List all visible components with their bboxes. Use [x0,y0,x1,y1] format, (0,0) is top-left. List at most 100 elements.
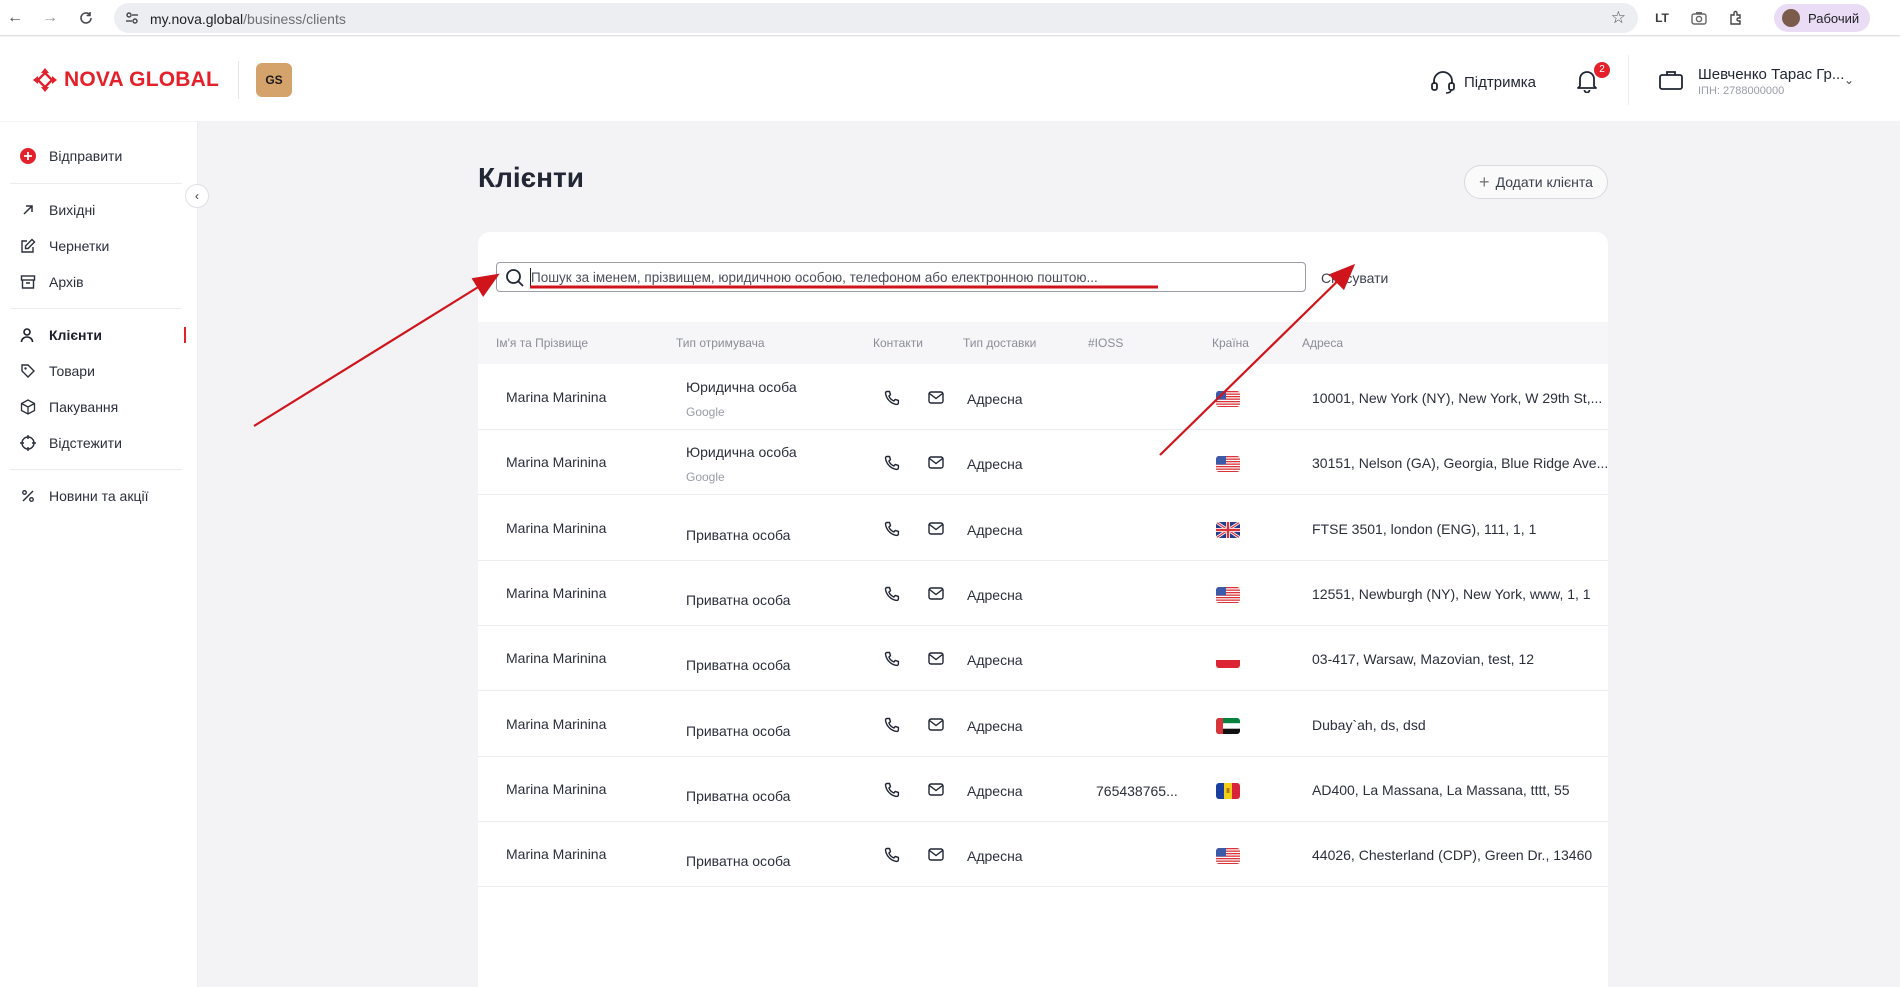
delivery-type: Адресна [967,391,1023,407]
client-name: Marina Marinina [506,846,607,863]
phone-icon[interactable] [884,847,900,868]
forward-arrow-icon[interactable]: → [39,7,61,29]
sidebar-item-goods[interactable]: Товари [20,359,182,383]
table-row[interactable]: Marina Marinina Приватна особа Адресна Duba… [478,692,1608,757]
sidebar-item-packaging[interactable]: Пакування [20,395,182,419]
active-indicator [184,327,186,343]
profile-avatar [1782,9,1800,27]
mail-icon[interactable] [928,652,944,670]
search-icon [506,269,524,287]
column-header-address[interactable]: Адреса [1302,336,1343,350]
table-row[interactable]: Marina Marinina Юридична особа Google Адрес… [478,430,1608,496]
recipient-type: Приватна особа [686,853,791,870]
sidebar: Відправити Вихідні Чернетки Архів Клієнт… [0,122,198,987]
bookmark-star-icon[interactable]: ☆ [1611,8,1626,28]
table-row[interactable]: Marina Marinina Приватна особа Адресна 03-4… [478,626,1608,692]
support-label: Підтримка [1464,73,1537,91]
mail-icon[interactable] [928,391,944,409]
add-client-button[interactable]: + Додати клієнта [1464,165,1608,199]
mail-icon[interactable] [928,521,944,540]
table-row[interactable]: Marina Marinina Приватна особа Адресна 7654… [478,757,1608,822]
cancel-search-button[interactable]: Скасувати [1321,270,1388,286]
phone-icon[interactable] [884,521,900,542]
clients-card: Пошук за іменем, прізвищем, юридичною ос… [478,232,1608,987]
back-arrow-icon[interactable]: ← [4,7,26,29]
country-flag-ad-icon [1216,782,1240,799]
nova-logo-icon [33,68,57,92]
headset-icon [1431,71,1455,94]
column-header-recipient-type[interactable]: Тип отримувача [676,336,765,350]
client-address: 44026, Chesterland (CDP), Green Dr., 134… [1312,847,1593,864]
table-row[interactable]: Marina Marinina Юридична особа Google Адрес… [478,365,1608,430]
sidebar-item-clients[interactable]: Клієнти [20,323,186,347]
nova-global-logo[interactable]: NOVA GLOBAL [32,67,219,93]
country-flag-ae-icon [1216,717,1240,734]
partner-badge[interactable]: GS [256,63,292,97]
phone-icon[interactable] [884,390,900,411]
browser-profile-button[interactable]: Рабочий [1774,4,1870,32]
site-settings-icon[interactable] [124,10,140,26]
delivery-type: Адресна [967,456,1023,473]
sidebar-item-archive[interactable]: Архів [20,270,182,294]
table-row[interactable]: Marina Marinina Приватна особа Адресна FTSE… [478,496,1608,561]
recipient-type: Приватна особа [686,526,791,543]
tag-icon [21,364,35,378]
column-header-country[interactable]: Країна [1212,336,1249,350]
phone-icon[interactable] [884,782,900,803]
client-name: Marina Marinina [506,650,607,667]
edit-icon [21,238,36,253]
client-name: Marina Marinina [506,454,607,471]
annotation-arrow [253,273,500,427]
support-link[interactable]: Підтримка [1430,70,1536,94]
sidebar-collapse-chevron-icon[interactable]: ‹ [185,184,209,208]
country-flag-us-icon [1216,391,1240,407]
percent-icon [22,490,34,502]
search-input[interactable]: Пошук за іменем, прізвищем, юридичною ос… [496,262,1306,292]
recipient-subtitle: Google [686,405,725,419]
plus-icon: + [1479,171,1490,192]
country-flag-us-icon [1216,456,1240,473]
reload-icon[interactable] [75,7,97,29]
recipient-type: Приватна особа [686,787,791,804]
sidebar-item-outgoing[interactable]: Вихідні [20,198,182,222]
column-header-ioss[interactable]: #IOSS [1088,336,1123,350]
languagetool-extension-icon[interactable]: LT [1652,8,1672,28]
sidebar-item-news[interactable]: Новини та акції [20,484,182,508]
phone-icon[interactable] [884,651,900,672]
delivery-type: Адресна [967,782,1023,799]
address-bar[interactable]: my.nova.global/business/clients ☆ [114,3,1638,33]
table-row[interactable]: Marina Marinina Приватна особа Адресна 1255… [478,561,1608,626]
client-name: Marina Marinina [506,519,607,536]
column-header-delivery-type[interactable]: Тип доставки [963,336,1036,350]
phone-icon[interactable] [884,455,900,476]
header-divider [1628,55,1629,105]
extensions-puzzle-icon[interactable] [1726,8,1746,28]
client-address: 12551, Newburgh (NY), New York, www, 1, … [1312,585,1591,602]
sidebar-item-drafts[interactable]: Чернетки [20,234,182,258]
table-header: Ім'я та Прізвище Тип отримувача Контакти… [478,322,1608,364]
column-header-contacts[interactable]: Контакти [873,336,923,350]
mail-icon[interactable] [928,848,944,866]
url-text: my.nova.global/business/clients [150,11,346,27]
client-address: 10001, New York (NY), New York, W 29th S… [1312,390,1603,406]
sidebar-divider [10,308,182,309]
mail-icon[interactable] [928,587,944,605]
camera-icon[interactable] [1689,8,1709,28]
sidebar-item-track[interactable]: Відстежити [20,431,182,455]
mail-icon[interactable] [928,783,944,801]
mail-icon[interactable] [928,717,944,736]
delivery-type: Адресна [967,848,1023,865]
table-row[interactable]: Marina Marinina Приватна особа Адресна 4402… [478,822,1608,888]
delivery-type: Адресна [967,717,1023,734]
delivery-type: Адресна [967,586,1023,603]
logo-divider [238,61,239,99]
sidebar-item-send[interactable]: Відправити [20,144,182,168]
sidebar-divider [10,183,182,184]
phone-icon[interactable] [884,586,900,607]
notifications-count-badge: 2 [1594,62,1610,78]
mail-icon[interactable] [928,456,944,474]
column-header-name[interactable]: Ім'я та Прізвище [496,336,588,350]
phone-icon[interactable] [884,717,900,738]
search-placeholder: Пошук за іменем, прізвищем, юридичною ос… [531,270,1098,285]
country-flag-gb-icon [1216,521,1240,538]
